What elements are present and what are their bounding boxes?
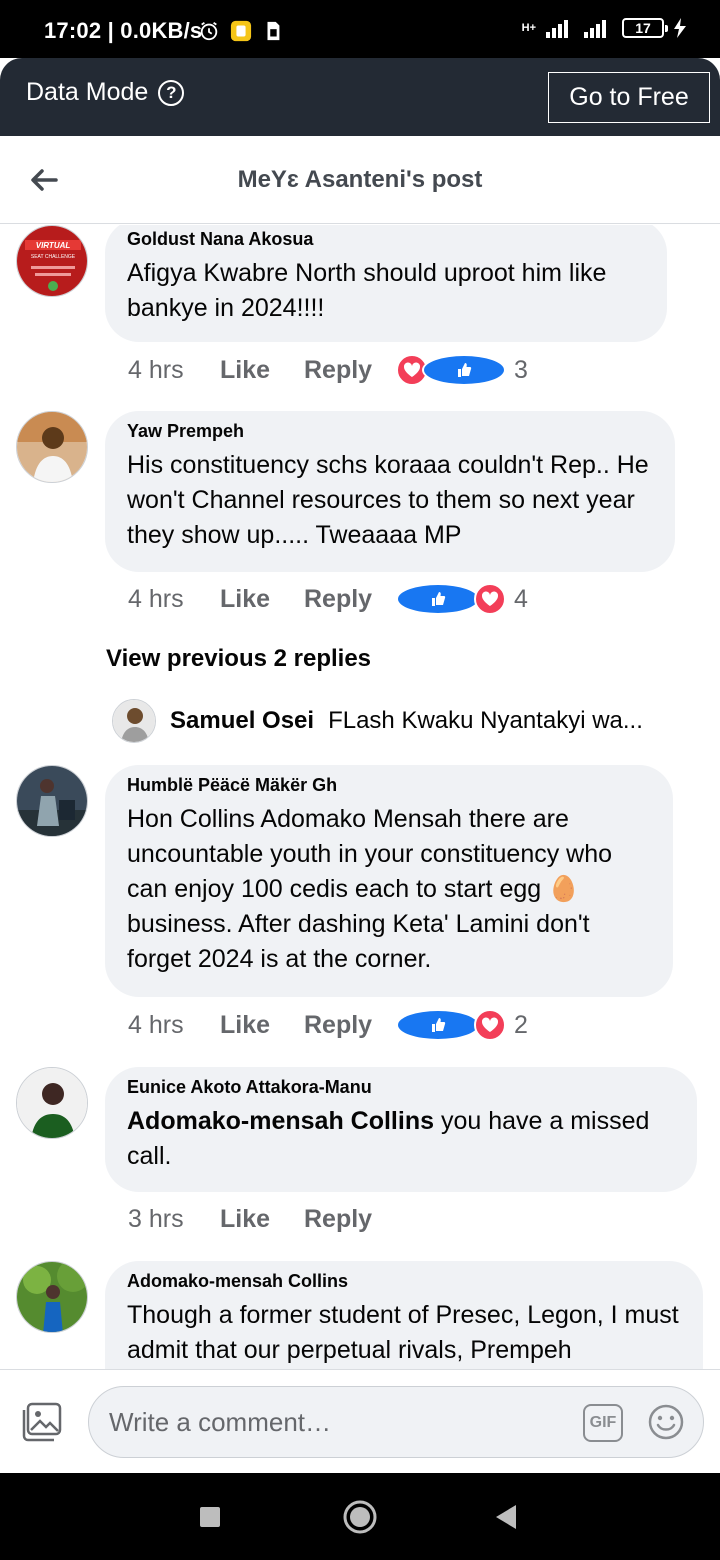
comment-bubble[interactable]: Humblë Pëäcë Mäkër Gh Hon Collins Adomak…	[105, 765, 673, 997]
avatar-virtual-seat-image: VIRTUAL SEAT CHALLENGE	[17, 226, 87, 296]
reply-author-name[interactable]: Samuel Osei	[170, 707, 314, 735]
love-reaction-icon	[474, 1009, 506, 1041]
back-button[interactable]	[494, 1503, 518, 1531]
status-icons-left	[198, 20, 284, 42]
svg-text:VIRTUAL: VIRTUAL	[36, 241, 71, 250]
comment-input[interactable]: Write a comment… GIF	[88, 1386, 704, 1458]
commenter-name[interactable]: Adomako-mensah Collins	[127, 1271, 681, 1292]
gif-button[interactable]: GIF	[583, 1404, 623, 1442]
comment-text: Adomako-mensah Collins you have a missed…	[127, 1107, 650, 1170]
comment-input-placeholder: Write a comment…	[109, 1407, 332, 1437]
comment-actions: 4 hrs Like Reply 4	[128, 583, 528, 615]
avatar-photo	[17, 1262, 87, 1332]
reply-button[interactable]: Reply	[304, 1011, 396, 1040]
comment-text: Hon Collins Adomako Mensah there are unc…	[127, 805, 613, 973]
avatar[interactable]	[16, 765, 88, 837]
reply-preview[interactable]: Samuel Osei FLash Kwaku Nyantakyi wa...	[112, 699, 692, 743]
comment-actions: 4 hrs Like Reply 3	[128, 354, 528, 386]
sim-icon	[267, 21, 280, 41]
view-previous-replies-link[interactable]: View previous 2 replies	[106, 645, 371, 673]
reaction-count: 3	[514, 355, 528, 384]
reactions[interactable]: 3	[396, 354, 528, 386]
clock: 17:02 | 0.0KB/s	[44, 18, 203, 43]
like-button[interactable]: Like	[220, 1205, 304, 1234]
avatar-photo	[17, 412, 87, 482]
comment-actions: 3 hrs Like Reply	[128, 1205, 396, 1234]
avatar[interactable]: VIRTUAL SEAT CHALLENGE	[16, 225, 88, 297]
help-icon[interactable]: ?	[158, 79, 185, 106]
like-reaction-icon	[422, 354, 506, 386]
like-button[interactable]: Like	[220, 356, 304, 385]
comment-text: Afigya Kwabre North should uproot him li…	[127, 259, 607, 322]
comment-time[interactable]: 4 hrs	[128, 356, 220, 385]
reply-text: FLash Kwaku Nyantakyi wa...	[328, 707, 643, 734]
reply-button[interactable]: Reply	[304, 1205, 396, 1234]
reactions[interactable]: 4	[396, 583, 528, 615]
notification-app-icon	[230, 20, 252, 42]
status-icons-right: H+ 17	[522, 18, 686, 38]
alarm-icon	[200, 21, 218, 41]
avatar[interactable]	[16, 411, 88, 483]
like-reaction-icon	[396, 1009, 480, 1041]
like-button[interactable]: Like	[220, 585, 304, 614]
love-reaction-icon	[474, 583, 506, 615]
post-header: MeYɛ Asanteni's post	[0, 136, 720, 224]
commenter-name[interactable]: Yaw Prempeh	[127, 421, 653, 442]
photo-icon[interactable]	[20, 1402, 62, 1442]
recents-button[interactable]	[200, 1507, 220, 1527]
commenter-name[interactable]: Eunice Akoto Attakora-Manu	[127, 1077, 675, 1098]
data-mode-bar: Data Mode ? Go to Free	[0, 58, 720, 136]
avatar-photo	[17, 1068, 87, 1138]
comment-time[interactable]: 4 hrs	[128, 1011, 220, 1040]
svg-text:SEAT CHALLENGE: SEAT CHALLENGE	[31, 254, 76, 260]
avatar[interactable]	[112, 699, 156, 743]
comment-bubble[interactable]: Yaw Prempeh His constituency schs koraaa…	[105, 411, 675, 572]
go-to-free-button[interactable]: Go to Free	[548, 72, 710, 123]
comment-bubble[interactable]: Goldust Nana Akosua Afigya Kwabre North …	[105, 225, 667, 342]
reaction-count: 2	[514, 1010, 528, 1039]
charging-icon	[674, 18, 686, 38]
network-type: H+	[521, 22, 536, 34]
reactions[interactable]: 2	[396, 1009, 528, 1041]
comments-feed[interactable]: VIRTUAL SEAT CHALLENGE Goldust Nana Akosu…	[0, 225, 720, 1369]
avatar[interactable]	[16, 1261, 88, 1333]
comment-bubble[interactable]: Eunice Akoto Attakora-Manu Adomako-mensa…	[105, 1067, 697, 1192]
avatar-photo	[113, 700, 155, 742]
page-title: MeYɛ Asanteni's post	[237, 166, 483, 193]
comment-text: Though a former student of Presec, Legon…	[127, 1301, 679, 1364]
mention-link[interactable]: Adomako-mensah Collins	[127, 1107, 434, 1135]
like-reaction-icon	[396, 583, 480, 615]
avatar[interactable]	[16, 1067, 88, 1139]
reaction-count: 4	[514, 584, 528, 613]
comment-time[interactable]: 4 hrs	[128, 585, 220, 614]
signal-icon	[546, 20, 568, 38]
avatar-photo	[17, 766, 87, 836]
comment-bubble[interactable]: Adomako-mensah Collins Though a former s…	[105, 1261, 703, 1369]
system-nav-bar	[0, 1473, 720, 1560]
reply-button[interactable]: Reply	[304, 356, 396, 385]
status-bar: 17:02 | 0.0KB/s H+ 17	[0, 0, 720, 58]
commenter-name[interactable]: Humblë Pëäcë Mäkër Gh	[127, 775, 651, 796]
commenter-name[interactable]: Goldust Nana Akosua	[127, 229, 645, 250]
comment-text: His constituency schs koraaa couldn't Re…	[127, 451, 649, 549]
signal-icon-2	[584, 20, 606, 38]
comment-composer: Write a comment… GIF	[0, 1369, 720, 1473]
battery-icon: 17	[622, 18, 668, 38]
emoji-icon[interactable]	[647, 1403, 685, 1441]
home-button[interactable]	[343, 1500, 377, 1534]
data-mode-label[interactable]: Data Mode ?	[26, 78, 185, 107]
comment-actions: 4 hrs Like Reply 2	[128, 1009, 528, 1041]
like-button[interactable]: Like	[220, 1011, 304, 1040]
reply-button[interactable]: Reply	[304, 585, 396, 614]
comment-time[interactable]: 3 hrs	[128, 1205, 220, 1234]
